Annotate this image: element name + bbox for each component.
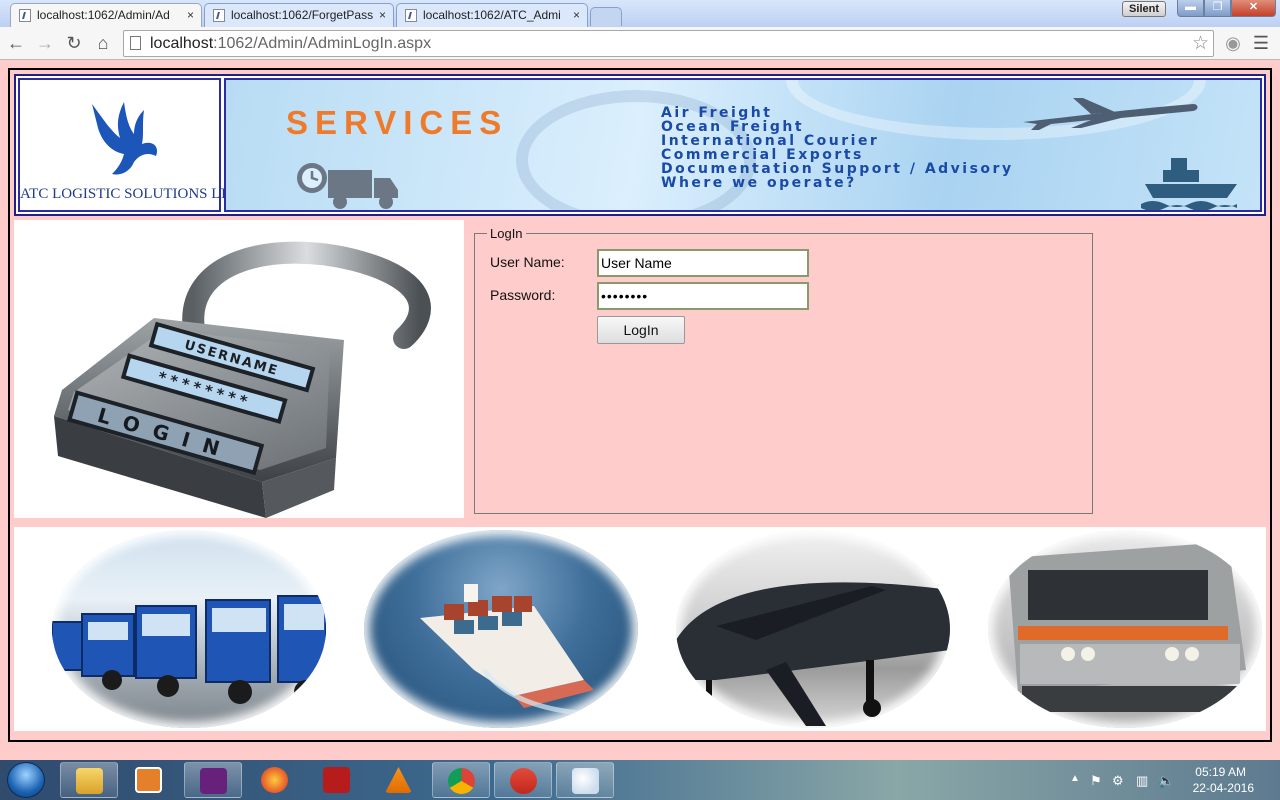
airplane-image (676, 530, 950, 728)
media-player-icon (135, 767, 162, 793)
trucks-image (52, 530, 326, 728)
clock-date[interactable]: 22-04-2016 (1193, 781, 1254, 795)
arrow-left-icon[interactable]: ← (5, 32, 27, 54)
maximize-icon[interactable]: ❐ (1204, 0, 1231, 17)
page-icon (130, 36, 141, 50)
chrome-icon (448, 768, 475, 794)
company-name: ATC LOGISTIC SOLUTIONS LTD., (20, 186, 247, 202)
service-item[interactable]: Where we operate? (661, 176, 1014, 190)
trucks-icon (52, 595, 326, 704)
password-label: Password: (490, 287, 556, 303)
username-input[interactable] (597, 249, 809, 277)
service-item[interactable]: Air Freight (661, 106, 1014, 120)
action-center-icon[interactable]: ⚑ (1090, 773, 1102, 789)
reload-icon[interactable]: ↻ (63, 32, 85, 54)
browser-tab-bar: localhost:1062/Admin/Ad × localhost:1062… (0, 0, 1280, 28)
airplane-photo-icon (676, 582, 950, 726)
acrobat-reader-icon (323, 767, 350, 793)
browser-tab[interactable]: localhost:1062/ATC_Admi × (396, 3, 588, 27)
window-controls: ▬ ❐ ✕ (1177, 0, 1276, 18)
tab-close-icon[interactable]: × (187, 4, 194, 26)
system-tray: ▲ ⚑ ⚙ ▥ 🔈 05:19 AM 22-04-2016 (1060, 760, 1280, 800)
volume-icon[interactable]: 🔈 (1158, 773, 1174, 789)
cargo-ship-icon (420, 584, 595, 717)
extension-icon[interactable]: ◉ (1222, 32, 1244, 54)
url-path: :1062/Admin/AdminLogIn.aspx (213, 35, 432, 52)
transport-image-strip (14, 527, 1266, 731)
clock-time[interactable]: 05:19 AM (1195, 765, 1246, 779)
browser-toolbar: ← → ↻ ⌂ localhost:1062/Admin/AdminLogIn.… (0, 27, 1280, 60)
windows-start-icon[interactable] (7, 762, 45, 798)
login-legend: LogIn (487, 226, 526, 241)
company-logo: ATC LOGISTIC SOLUTIONS LTD., (18, 78, 247, 212)
tab-title: localhost:1062/ATC_Admi (423, 8, 561, 22)
tab-close-icon[interactable]: × (573, 4, 580, 26)
train-icon (1008, 542, 1246, 712)
ship-icon (1141, 158, 1237, 210)
ccleaner-icon (510, 768, 537, 794)
header: ATC LOGISTIC SOLUTIONS LTD., SERVICES Ai… (14, 74, 1266, 216)
tab-close-icon[interactable]: × (379, 4, 386, 26)
cargo-ship-image (364, 530, 638, 728)
tray-expand-icon[interactable]: ▲ (1070, 773, 1080, 784)
username-label: User Name: (490, 254, 565, 270)
banner-title: SERVICES (286, 104, 509, 141)
login-fieldset: LogIn User Name: Password: LogIn (474, 226, 1093, 514)
page-favicon-icon (405, 9, 417, 22)
page-favicon-icon (19, 9, 31, 22)
windows-taskbar: ▲ ⚑ ⚙ ▥ 🔈 05:19 AM 22-04-2016 (0, 760, 1280, 800)
taskbar-app-vlc[interactable] (370, 762, 428, 798)
url-host: localhost (150, 35, 214, 52)
taskbar-app-chrome[interactable] (432, 762, 490, 798)
login-illustration: USERNAME ******** LOGIN (14, 220, 464, 518)
page-content: ATC LOGISTIC SOLUTIONS LTD., SERVICES Ai… (0, 60, 1280, 760)
paint-icon (572, 768, 599, 794)
taskbar-app-media-player[interactable] (120, 762, 178, 798)
taskbar-app-paint[interactable] (556, 762, 614, 798)
services-banner: SERVICES Air Freight Ocean Freight Inter… (224, 78, 1262, 212)
tray-app-icon[interactable]: ⚙ (1112, 773, 1124, 789)
airplane-icon (1023, 98, 1198, 130)
address-bar[interactable]: localhost:1062/Admin/AdminLogIn.aspx ☆ (123, 30, 1214, 57)
service-item[interactable]: Ocean Freight (661, 120, 1014, 134)
service-item[interactable]: International Courier (661, 134, 1014, 148)
page-favicon-icon (213, 9, 225, 22)
taskbar-app-ccleaner[interactable] (494, 762, 552, 798)
minimize-icon[interactable]: ▬ (1177, 0, 1204, 17)
close-window-icon[interactable]: ✕ (1231, 0, 1276, 17)
silent-badge: Silent (1122, 1, 1166, 17)
layout-table: ATC LOGISTIC SOLUTIONS LTD., SERVICES Ai… (8, 68, 1272, 742)
firefox-icon (261, 767, 288, 793)
browser-tab[interactable]: localhost:1062/ForgetPass × (204, 3, 394, 27)
vlc-icon (385, 767, 412, 793)
service-list: Air Freight Ocean Freight International … (661, 106, 1014, 190)
train-image (988, 530, 1262, 728)
tab-title: localhost:1062/Admin/Ad (37, 8, 170, 22)
service-item[interactable]: Documentation Support / Advisory (661, 162, 1014, 176)
eagle-logo-icon (92, 102, 158, 175)
service-item[interactable]: Commercial Exports (661, 148, 1014, 162)
menu-icon[interactable]: ☰ (1250, 32, 1272, 54)
home-icon[interactable]: ⌂ (92, 32, 114, 54)
visual-studio-icon (200, 768, 227, 794)
network-icon[interactable]: ▥ (1136, 773, 1148, 789)
browser-tab-active[interactable]: localhost:1062/Admin/Ad × (10, 3, 202, 28)
tab-title: localhost:1062/ForgetPass (231, 8, 374, 22)
taskbar-app-visual-studio[interactable] (184, 762, 242, 798)
folder-icon (76, 768, 103, 794)
taskbar-app-firefox[interactable] (246, 762, 304, 798)
new-tab-button[interactable] (590, 7, 622, 26)
truck-icon (297, 163, 398, 209)
password-input[interactable] (597, 282, 809, 310)
arrow-right-icon[interactable]: → (34, 32, 56, 54)
taskbar-app-acrobat-reader[interactable] (308, 762, 366, 798)
taskbar-app-file-explorer[interactable] (60, 762, 118, 798)
login-button[interactable]: LogIn (597, 316, 685, 344)
star-icon[interactable]: ☆ (1192, 31, 1209, 56)
padlock-icon: USERNAME ******** LOGIN (54, 241, 431, 518)
